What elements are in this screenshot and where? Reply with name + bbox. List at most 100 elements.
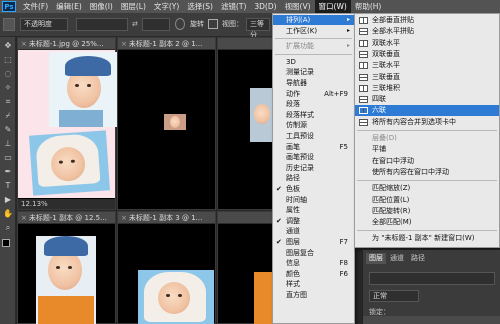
menu-3d[interactable]: 3D(D) bbox=[250, 0, 280, 13]
eraser-tool-icon[interactable]: ▭ bbox=[3, 153, 13, 163]
document-window-2[interactable]: × 未标题-1 副本 2 @ 1... bbox=[117, 37, 216, 210]
move-tool-icon[interactable]: ✥ bbox=[3, 41, 13, 51]
window-menu-item[interactable]: 颜色 F6 bbox=[273, 269, 354, 279]
arrange-menu-item[interactable]: 在窗口中浮动 bbox=[355, 156, 499, 167]
magic-wand-tool-icon[interactable]: ✧ bbox=[3, 83, 13, 93]
arrange-menu-item[interactable]: 三联垂直 bbox=[355, 72, 499, 83]
height-field[interactable] bbox=[142, 18, 170, 31]
eyedropper-tool-icon[interactable]: ⌿ bbox=[3, 111, 13, 121]
path-select-tool-icon[interactable]: ▶ bbox=[3, 195, 13, 205]
close-icon[interactable]: × bbox=[21, 214, 27, 222]
window-menu-item[interactable]: 画笔 F5 bbox=[273, 142, 354, 152]
window-menu-item[interactable]: 图层复合 bbox=[273, 248, 354, 258]
window-menu-item[interactable]: 时间轴 bbox=[273, 195, 354, 205]
rotate-icon[interactable] bbox=[175, 18, 185, 30]
window-menu-item[interactable]: ✔ 图层 F7 bbox=[273, 237, 354, 247]
arrange-menu-item[interactable]: 为 "未标题-1 副本" 新建窗口(W) bbox=[355, 233, 499, 244]
window-menu-item[interactable]: 直方图 bbox=[273, 290, 354, 300]
close-icon[interactable]: × bbox=[21, 40, 27, 48]
arrange-menu-item[interactable]: 将所有内容合并到选项卡中 bbox=[355, 117, 499, 128]
marquee-tool-icon[interactable]: ⬚ bbox=[3, 55, 13, 65]
width-field[interactable] bbox=[76, 18, 128, 31]
window-menu-item[interactable]: ✔ 调整 bbox=[273, 216, 354, 226]
tab-channels[interactable]: 通道 bbox=[387, 253, 407, 264]
document-tab-1[interactable]: × 未标题-1.jpg @ 25%... bbox=[18, 38, 115, 50]
pen-tool-icon[interactable]: ✒ bbox=[3, 167, 13, 177]
menu-select[interactable]: 选择(S) bbox=[183, 0, 217, 13]
view-dropdown[interactable]: 三等分 bbox=[246, 18, 270, 39]
window-menu-item[interactable]: 排列(A) ▸ bbox=[273, 15, 354, 26]
window-menu-item[interactable]: 3D bbox=[273, 57, 354, 67]
zoom-tool-icon[interactable]: ⌕ bbox=[3, 223, 13, 233]
window-menu-item[interactable]: 导航器 bbox=[273, 78, 354, 88]
lasso-tool-icon[interactable]: ◌ bbox=[3, 69, 13, 79]
shortcut-label: F5 bbox=[339, 142, 348, 151]
window-menu-item[interactable]: 动作 Alt+F9 bbox=[273, 89, 354, 99]
document-tab-5[interactable] bbox=[218, 38, 274, 50]
arrange-menu-item[interactable]: 四联 bbox=[355, 94, 499, 105]
tab-paths[interactable]: 路径 bbox=[408, 253, 428, 264]
document-window-6[interactable] bbox=[217, 211, 274, 324]
arrange-menu-item[interactable]: 使所有内容在窗口中浮动 bbox=[355, 167, 499, 178]
arrange-menu-item[interactable]: 三联堆积 bbox=[355, 83, 499, 94]
menu-view[interactable]: 视图(V) bbox=[281, 0, 315, 13]
window-menu-item[interactable]: 样式 bbox=[273, 279, 354, 289]
document-window-1[interactable]: × 未标题-1.jpg @ 25%... 12.13% bbox=[17, 37, 117, 210]
document-tab-3[interactable]: × 未标题-1 副本 @ 12.5... bbox=[18, 212, 115, 224]
arrange-menu-item[interactable]: 匹配缩放(Z) bbox=[355, 183, 499, 194]
window-menu-item[interactable]: 段落样式 bbox=[273, 110, 354, 120]
swap-icon[interactable]: ⇄ bbox=[132, 18, 138, 31]
arrange-menu-item[interactable]: 匹配位置(L) bbox=[355, 195, 499, 206]
window-menu-item[interactable]: ✔ 色板 bbox=[273, 184, 354, 194]
blend-mode-dropdown[interactable]: 正常 bbox=[369, 290, 419, 302]
document-window-4[interactable]: × 未标题-1 副本 3 @ 1... bbox=[117, 211, 216, 324]
window-menu-item[interactable]: 属性 bbox=[273, 205, 354, 215]
menu-type[interactable]: 文字(Y) bbox=[150, 0, 183, 13]
close-icon[interactable]: × bbox=[121, 214, 127, 222]
arrange-menu-item[interactable]: 双联水平 bbox=[355, 38, 499, 49]
window-menu-item[interactable]: 仿制源 bbox=[273, 120, 354, 130]
menu-image[interactable]: 图像(I) bbox=[86, 0, 117, 13]
document-tab-4[interactable]: × 未标题-1 副本 3 @ 1... bbox=[118, 212, 215, 224]
arrange-menu-item[interactable]: 三联水平 bbox=[355, 60, 499, 71]
window-menu-item[interactable]: 段落 bbox=[273, 99, 354, 109]
window-menu-item[interactable]: 测量记录 bbox=[273, 67, 354, 77]
stamp-tool-icon[interactable]: ⊥ bbox=[3, 139, 13, 149]
tab-layers[interactable]: 图层 bbox=[366, 253, 386, 264]
style-dropdown[interactable]: 不透明度 bbox=[20, 18, 68, 31]
hand-tool-icon[interactable]: ✋ bbox=[3, 209, 13, 219]
menu-window[interactable]: 窗口(W) bbox=[314, 0, 351, 13]
arrange-menu-item[interactable]: 六联 bbox=[355, 105, 499, 117]
menu-layer[interactable]: 图层(L) bbox=[117, 0, 150, 13]
type-tool-icon[interactable]: T bbox=[3, 181, 13, 191]
arrange-menu-item[interactable]: 平铺 bbox=[355, 144, 499, 155]
arrange-menu-item[interactable]: 全部垂直拼贴 bbox=[355, 15, 499, 26]
arrange-menu-item[interactable]: 双联垂直 bbox=[355, 49, 499, 60]
menu-filter[interactable]: 滤镜(T) bbox=[217, 0, 250, 13]
window-menu-item[interactable]: 画笔预设 bbox=[273, 152, 354, 162]
layer-filter-field[interactable] bbox=[369, 272, 495, 285]
grid-icon[interactable] bbox=[208, 19, 218, 29]
document-window-3[interactable]: × 未标题-1 副本 @ 12.5... bbox=[17, 211, 116, 324]
window-menu-item[interactable]: 信息 F8 bbox=[273, 258, 354, 268]
document-window-5[interactable] bbox=[217, 37, 274, 210]
arrange-menu-item[interactable]: 匹配旋转(R) bbox=[355, 206, 499, 217]
arrange-menu-item[interactable]: 全部水平拼贴 bbox=[355, 26, 499, 37]
crop-tool-icon[interactable]: ⌗ bbox=[3, 97, 13, 107]
window-menu-item[interactable]: 工作区(K) ▸ bbox=[273, 26, 354, 36]
document-tab-2[interactable]: × 未标题-1 副本 2 @ 1... bbox=[118, 38, 215, 50]
arrange-menu-item[interactable]: 全部匹配(M) bbox=[355, 217, 499, 228]
menu-help[interactable]: 帮助(H) bbox=[351, 0, 386, 13]
menu-file[interactable]: 文件(F) bbox=[19, 0, 52, 13]
window-menu-item[interactable]: 通道 bbox=[273, 226, 354, 236]
window-menu-item[interactable]: 工具预设 bbox=[273, 131, 354, 141]
menu-edit[interactable]: 编辑(E) bbox=[52, 0, 86, 13]
layer-row[interactable] bbox=[363, 316, 500, 324]
foreground-color-swatch[interactable] bbox=[2, 239, 10, 247]
brush-tool-icon[interactable]: ✎ bbox=[3, 125, 13, 135]
window-menu-item[interactable]: 历史记录 bbox=[273, 163, 354, 173]
tool-preset-icon[interactable] bbox=[3, 18, 15, 31]
close-icon[interactable]: × bbox=[121, 40, 127, 48]
window-menu-item[interactable]: 路径 bbox=[273, 173, 354, 183]
document-tab-6[interactable] bbox=[218, 212, 274, 224]
